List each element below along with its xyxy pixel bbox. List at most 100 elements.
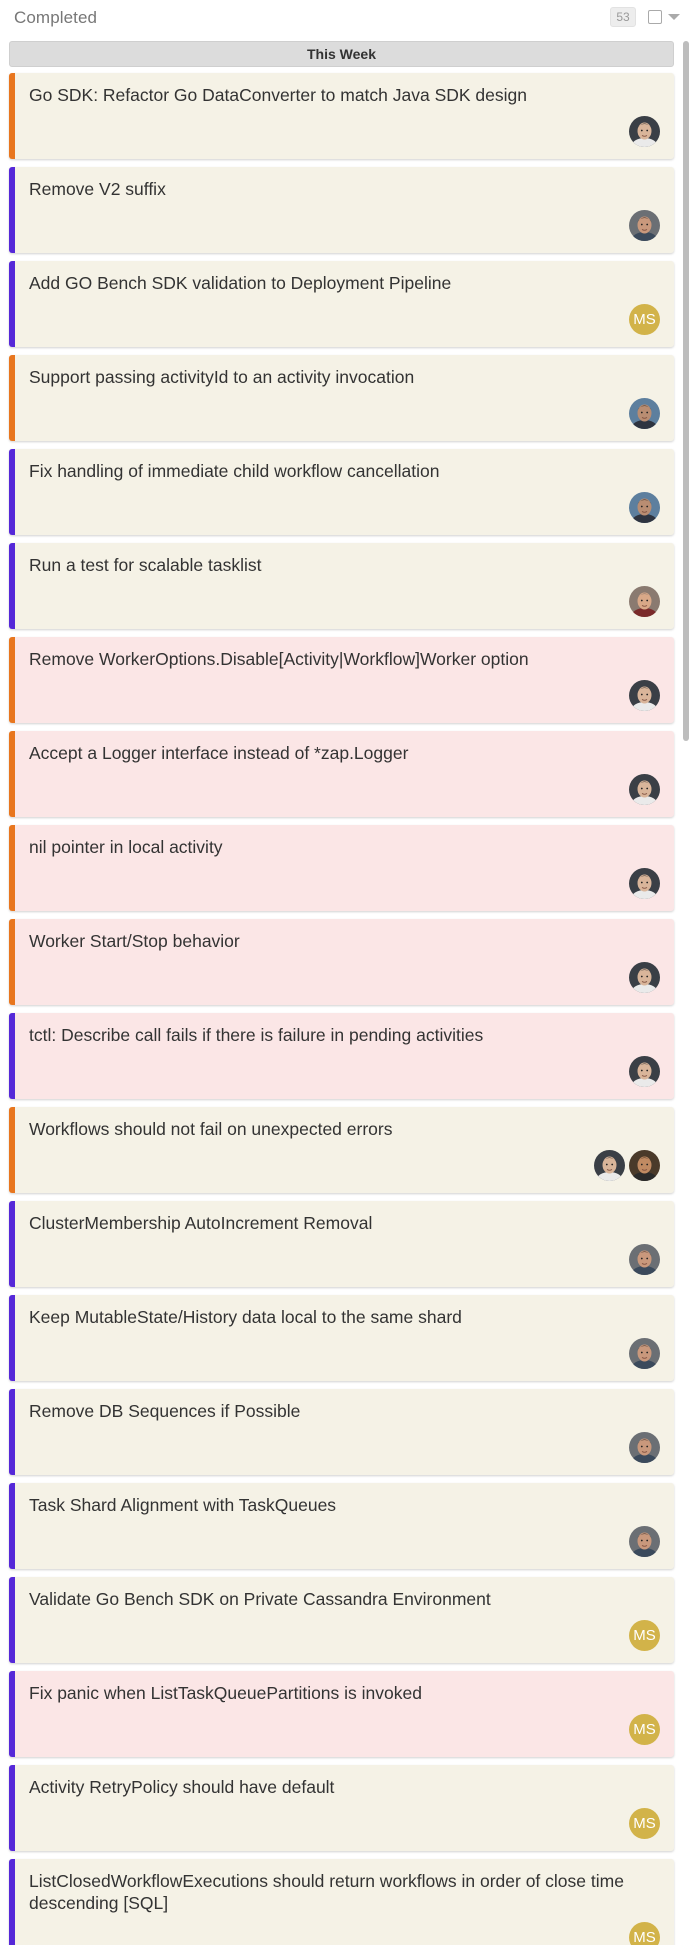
avatar[interactable] — [629, 398, 660, 429]
card-title[interactable]: Remove V2 suffix — [29, 178, 649, 200]
avatar[interactable] — [629, 680, 660, 711]
assignee-list: MS — [629, 304, 660, 335]
task-card[interactable]: Go SDK: Refactor Go DataConverter to mat… — [9, 73, 674, 159]
task-card[interactable]: tctl: Describe call fails if there is fa… — [9, 1013, 674, 1099]
status-stripe — [9, 825, 15, 911]
task-card[interactable]: ListClosedWorkflowExecutions should retu… — [9, 1859, 674, 1945]
task-card[interactable]: Validate Go Bench SDK on Private Cassand… — [9, 1577, 674, 1663]
task-card[interactable]: Keep MutableState/History data local to … — [9, 1295, 674, 1381]
card-title[interactable]: Accept a Logger interface instead of *za… — [29, 742, 649, 764]
status-stripe — [9, 261, 15, 347]
task-card[interactable]: Worker Start/Stop behavior — [9, 919, 674, 1005]
card-title[interactable]: ListClosedWorkflowExecutions should retu… — [29, 1870, 649, 1914]
assignee-list — [629, 1244, 660, 1275]
assignee-list — [629, 1432, 660, 1463]
avatar[interactable]: MS — [629, 1808, 660, 1839]
avatar[interactable] — [629, 1338, 660, 1369]
task-card[interactable]: Remove WorkerOptions.Disable[Activity|Wo… — [9, 637, 674, 723]
avatar[interactable] — [629, 962, 660, 993]
card-title[interactable]: Go SDK: Refactor Go DataConverter to mat… — [29, 84, 649, 106]
task-card[interactable]: Remove DB Sequences if Possible — [9, 1389, 674, 1475]
task-card[interactable]: Remove V2 suffix — [9, 167, 674, 253]
assignee-list — [629, 1526, 660, 1557]
task-card[interactable]: Run a test for scalable tasklist — [9, 543, 674, 629]
card-count-badge: 53 — [610, 7, 636, 27]
card-list: Go SDK: Refactor Go DataConverter to mat… — [9, 73, 674, 1945]
column-title: Completed — [14, 8, 98, 27]
avatar[interactable] — [629, 116, 660, 147]
task-card[interactable]: Support passing activityId to an activit… — [9, 355, 674, 441]
status-stripe — [9, 73, 15, 159]
assignee-list — [629, 774, 660, 805]
avatar[interactable]: MS — [629, 1922, 660, 1945]
status-stripe — [9, 1389, 15, 1475]
assignee-list — [629, 680, 660, 711]
status-stripe — [9, 1295, 15, 1381]
avatar[interactable] — [629, 1526, 660, 1557]
avatar[interactable]: MS — [629, 304, 660, 335]
card-title[interactable]: Add GO Bench SDK validation to Deploymen… — [29, 272, 649, 294]
task-card[interactable]: Fix handling of immediate child workflow… — [9, 449, 674, 535]
avatar[interactable] — [629, 1056, 660, 1087]
status-stripe — [9, 355, 15, 441]
avatar[interactable] — [629, 868, 660, 899]
card-title[interactable]: tctl: Describe call fails if there is fa… — [29, 1024, 649, 1046]
card-title[interactable]: Validate Go Bench SDK on Private Cassand… — [29, 1588, 649, 1610]
task-card[interactable]: ClusterMembership AutoIncrement Removal — [9, 1201, 674, 1287]
chevron-down-icon[interactable] — [668, 14, 680, 20]
avatar[interactable]: MS — [629, 1714, 660, 1745]
card-title[interactable]: Fix handling of immediate child workflow… — [29, 460, 649, 482]
avatar[interactable] — [594, 1150, 625, 1181]
assignee-list — [629, 1338, 660, 1369]
avatar[interactable]: MS — [629, 1620, 660, 1651]
card-title[interactable]: ClusterMembership AutoIncrement Removal — [29, 1212, 649, 1234]
card-title[interactable]: Remove WorkerOptions.Disable[Activity|Wo… — [29, 648, 649, 670]
card-title[interactable]: Workflows should not fail on unexpected … — [29, 1118, 649, 1140]
assignee-list — [629, 398, 660, 429]
card-title[interactable]: Worker Start/Stop behavior — [29, 930, 649, 952]
card-title[interactable]: Fix panic when ListTaskQueuePartitions i… — [29, 1682, 649, 1704]
task-card[interactable]: Fix panic when ListTaskQueuePartitions i… — [9, 1671, 674, 1757]
avatar[interactable] — [629, 210, 660, 241]
card-title[interactable]: Run a test for scalable tasklist — [29, 554, 649, 576]
avatar[interactable] — [629, 1432, 660, 1463]
status-stripe — [9, 1483, 15, 1569]
card-title[interactable]: Support passing activityId to an activit… — [29, 366, 649, 388]
avatar[interactable] — [629, 492, 660, 523]
status-stripe — [9, 1765, 15, 1851]
avatar[interactable] — [629, 1150, 660, 1181]
task-card[interactable]: Add GO Bench SDK validation to Deploymen… — [9, 261, 674, 347]
assignee-list — [629, 116, 660, 147]
scrollbar-thumb[interactable] — [683, 41, 689, 741]
assignee-list — [629, 962, 660, 993]
status-stripe — [9, 731, 15, 817]
select-all-checkbox[interactable] — [648, 10, 662, 24]
task-card[interactable]: Activity RetryPolicy should have default… — [9, 1765, 674, 1851]
status-stripe — [9, 167, 15, 253]
task-card[interactable]: nil pointer in local activity — [9, 825, 674, 911]
task-card[interactable]: Task Shard Alignment with TaskQueues — [9, 1483, 674, 1569]
assignee-list — [629, 210, 660, 241]
status-stripe — [9, 1671, 15, 1757]
status-stripe — [9, 919, 15, 1005]
status-stripe — [9, 543, 15, 629]
card-title[interactable]: Remove DB Sequences if Possible — [29, 1400, 649, 1422]
group-header[interactable]: This Week — [9, 41, 674, 67]
status-stripe — [9, 1201, 15, 1287]
avatar[interactable] — [629, 586, 660, 617]
assignee-list: MS — [629, 1714, 660, 1745]
assignee-list — [629, 868, 660, 899]
task-card[interactable]: Accept a Logger interface instead of *za… — [9, 731, 674, 817]
column-header: Completed 53 — [0, 0, 695, 36]
avatar[interactable] — [629, 1244, 660, 1275]
card-title[interactable]: Keep MutableState/History data local to … — [29, 1306, 649, 1328]
card-title[interactable]: Task Shard Alignment with TaskQueues — [29, 1494, 649, 1516]
assignee-list: MS — [629, 1620, 660, 1651]
card-title[interactable]: Activity RetryPolicy should have default — [29, 1776, 649, 1798]
status-stripe — [9, 1577, 15, 1663]
assignee-list — [629, 1056, 660, 1087]
card-title[interactable]: nil pointer in local activity — [29, 836, 649, 858]
avatar[interactable] — [629, 774, 660, 805]
task-card[interactable]: Workflows should not fail on unexpected … — [9, 1107, 674, 1193]
status-stripe — [9, 1013, 15, 1099]
